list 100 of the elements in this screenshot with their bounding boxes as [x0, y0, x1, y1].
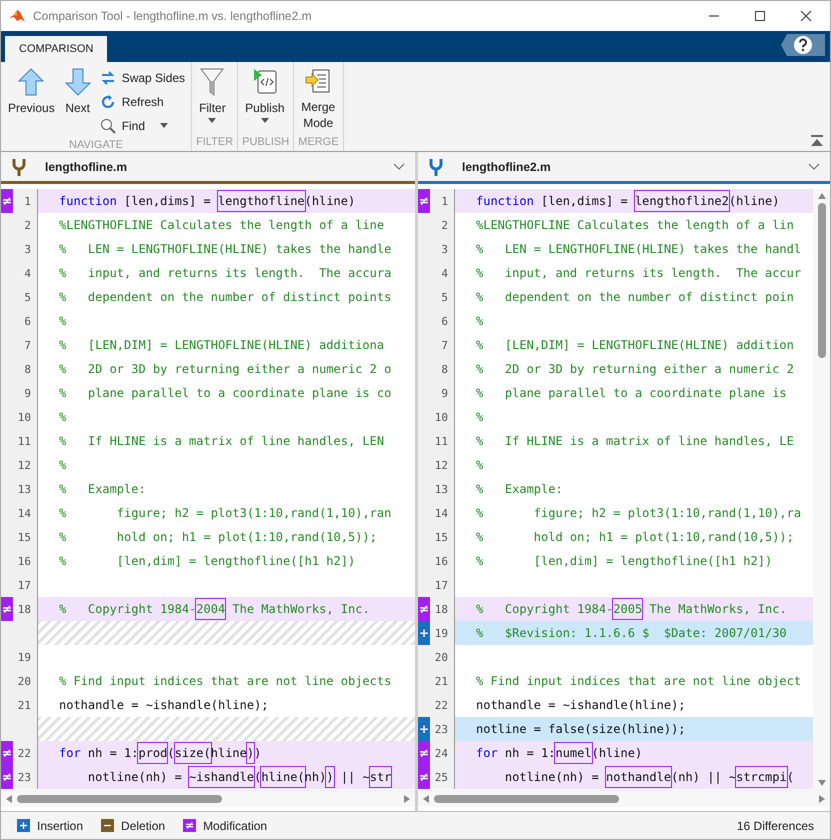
close-icon[interactable] — [800, 10, 812, 22]
caret-icon — [207, 118, 218, 124]
document-code-icon — [252, 68, 278, 96]
diff-marker: ≠ — [418, 765, 430, 789]
file-header[interactable]: lengthofline.m — [1, 152, 415, 181]
line-number: 9 — [24, 386, 31, 400]
line-number: 22 — [434, 698, 448, 712]
line-number: 25 — [434, 770, 448, 784]
line-number: 17 — [18, 578, 31, 592]
line-number: 14 — [18, 506, 31, 520]
line-number: 8 — [441, 362, 448, 376]
line-number: 10 — [18, 410, 31, 424]
scroll-right-icon[interactable] — [818, 794, 826, 804]
funnel-icon — [200, 68, 224, 96]
code-line: % If HLINE is a matrix of line handles, LE — [476, 434, 794, 448]
line-number: 22 — [18, 746, 31, 760]
code-line: % 2D or 3D by returning either a numeric 2 o — [59, 362, 392, 376]
collapse-ribbon-icon[interactable] — [810, 135, 824, 147]
line-number: 16 — [434, 554, 448, 568]
scroll-left-icon[interactable] — [422, 794, 430, 804]
line-number: 16 — [18, 554, 31, 568]
caret-icon — [260, 118, 270, 124]
legend-label: Deletion — [121, 818, 166, 832]
line-number: 24 — [434, 746, 448, 760]
code-line: % hold on; h1 = plot(1:10,rand(10,5)); — [59, 530, 377, 544]
horizontal-scrollbar[interactable] — [1, 790, 415, 807]
code-line: % plane parallel to a coordinate plane is — [476, 386, 787, 400]
scroll-left-icon[interactable] — [5, 794, 13, 804]
diff-marker: ≠ — [1, 189, 13, 213]
line-number: 4 — [24, 266, 31, 280]
ribbon-tab[interactable]: COMPARISON — [5, 36, 108, 62]
fork-icon — [428, 156, 444, 176]
diff-marker: ≠ — [418, 189, 430, 213]
code-line: % LEN = LENGTHOFLINE(HLINE) takes the handl — [476, 242, 802, 256]
line-number: 12 — [434, 458, 448, 472]
code-line: % LEN = LENGTHOFLINE(HLINE) takes the handle — [59, 242, 392, 256]
chevron-down-icon[interactable] — [393, 162, 405, 170]
line-number: 6 — [24, 314, 31, 328]
peak-logo-icon — [9, 9, 25, 23]
line-number: 1 — [441, 194, 448, 208]
line-number: 2 — [24, 218, 31, 232]
line-number: 20 — [434, 650, 448, 664]
line-number: 21 — [18, 698, 31, 712]
down-arrow-icon — [64, 68, 91, 96]
scroll-right-icon[interactable] — [403, 794, 411, 804]
next-button[interactable]: Next — [62, 66, 94, 137]
code-line: % figure; h2 = plot3(1:10,rand(1,10),ran — [59, 506, 392, 520]
help-button[interactable] — [781, 34, 825, 56]
line-number: 17 — [434, 578, 448, 592]
diff-marker: ≠ — [1, 765, 13, 789]
scroll-thumb[interactable] — [17, 795, 222, 803]
line-number: 23 — [434, 722, 448, 736]
group-label: MERGE — [298, 135, 339, 150]
diff-marker: + — [418, 621, 430, 645]
line-number: 18 — [434, 602, 448, 616]
code-line: % input, and returns its length. The accura — [59, 266, 392, 280]
line-number: 13 — [434, 482, 448, 496]
vertical-scrollbar[interactable] — [813, 189, 830, 790]
line-number: 7 — [441, 338, 448, 352]
group-label: PUBLISH — [242, 135, 290, 150]
code-line: % dependent on the number of distinct points — [59, 290, 392, 304]
chevron-down-icon[interactable] — [808, 162, 820, 170]
previous-button[interactable]: Previous — [5, 66, 58, 137]
group-label: NAVIGATE — [68, 138, 124, 153]
code-line: % — [476, 458, 484, 472]
maximize-icon[interactable] — [754, 10, 766, 22]
refresh-button[interactable]: Refresh — [98, 90, 188, 113]
caret-icon — [159, 122, 170, 128]
swap-arrows-icon — [100, 70, 116, 86]
group-label: FILTER — [196, 135, 234, 150]
code-line: % [len,dim] = lengthofline([h1 h2]) — [476, 554, 772, 568]
scroll-up-icon[interactable] — [816, 192, 826, 200]
line-number: 3 — [24, 242, 31, 256]
horizontal-scrollbar[interactable] — [418, 790, 830, 807]
file-header[interactable]: lengthofline2.m — [418, 152, 830, 181]
code-line: % hold on; h1 = plot(1:10,rand(10,5)); — [476, 530, 794, 544]
merge-mode-button[interactable]: Merge Mode — [298, 66, 338, 134]
publish-button[interactable]: Publish — [242, 66, 288, 134]
scroll-thumb[interactable] — [434, 795, 619, 803]
code-line: % figure; h2 = plot3(1:10,rand(1,10),ra — [476, 506, 802, 520]
code-line: % — [476, 410, 484, 424]
filter-button[interactable]: Filter — [196, 66, 229, 134]
code-line: % — [59, 458, 66, 472]
code-line: % $Revision: 1.1.6.6 $ $Date: 2007/01/30 — [476, 626, 787, 640]
code-line: % — [476, 314, 484, 328]
scroll-thumb[interactable] — [818, 203, 826, 358]
difference-count: 16 Differences — [736, 818, 814, 832]
code-line: % 2D or 3D by returning either a numeric 2 — [476, 362, 794, 376]
diff-marker: ≠ — [418, 597, 430, 621]
code-line: %LENGTHOFLINE Calculates the length of a lin — [476, 218, 794, 232]
legend-swatch: + — [17, 819, 30, 832]
code-line: % input, and returns its length. The accur — [476, 266, 802, 280]
diff-marker: ≠ — [1, 741, 13, 765]
find-button[interactable]: Find — [98, 114, 188, 137]
swap-sides-button[interactable]: Swap Sides — [98, 66, 188, 89]
up-arrow-icon — [18, 68, 44, 96]
window-title: Comparison Tool - lengthofline.m vs. lengthofline2.m — [33, 9, 312, 23]
code-line: nothandle = ~ishandle(hline); — [476, 698, 686, 712]
refresh-icon — [100, 94, 116, 110]
scroll-down-icon[interactable] — [816, 779, 826, 787]
